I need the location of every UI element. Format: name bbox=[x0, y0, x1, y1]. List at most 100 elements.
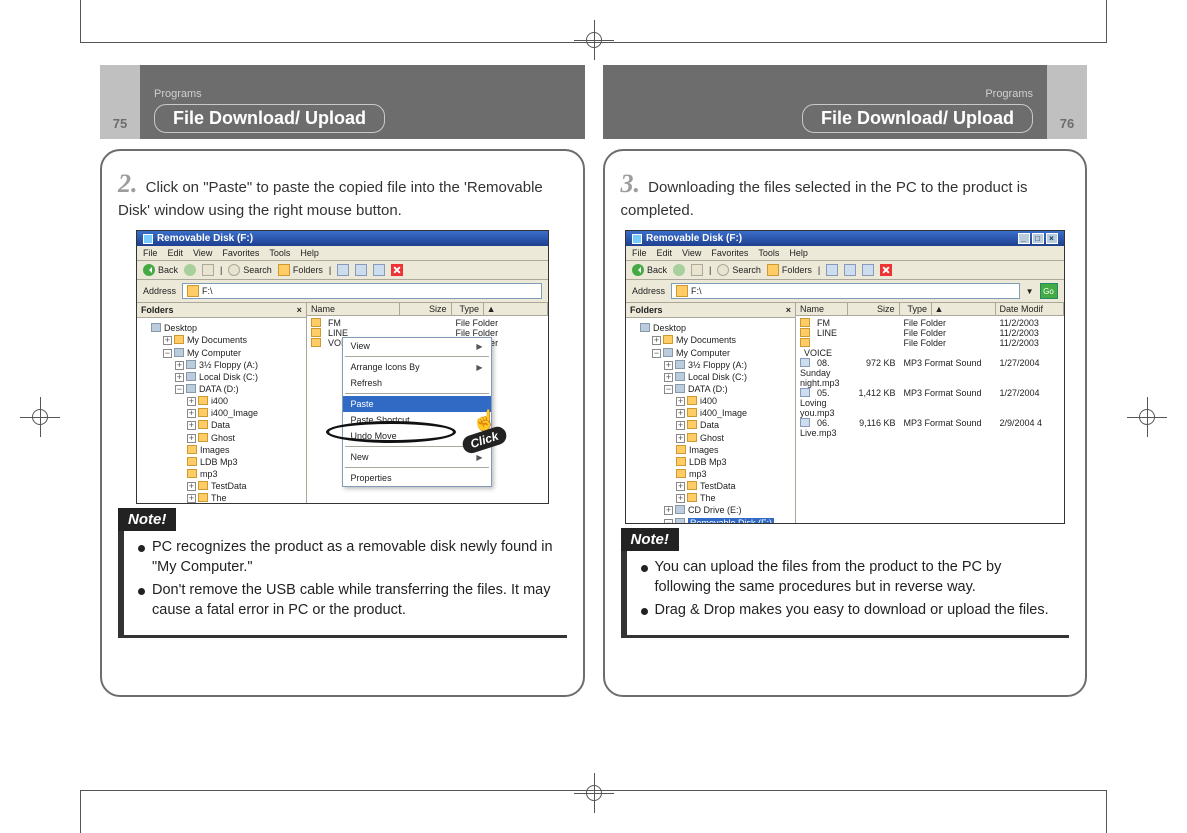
col-type[interactable]: Type ▲ bbox=[452, 303, 548, 315]
folders-button[interactable]: Folders bbox=[767, 264, 812, 276]
window-toolbar: Back | Search Folders | bbox=[137, 261, 548, 280]
menu-favorites[interactable]: Favorites bbox=[711, 248, 748, 258]
note-label: Note! bbox=[621, 528, 679, 551]
col-size[interactable]: Size bbox=[848, 303, 900, 315]
views-icon[interactable] bbox=[862, 264, 874, 276]
page-header: 75 Programs File Download/ Upload bbox=[100, 65, 585, 139]
file-list[interactable]: FMFile Folder11/2/2003 LINEFile Folder11… bbox=[796, 316, 1064, 440]
explorer-window: Removable Disk (F:) File Edit View Favor… bbox=[136, 230, 549, 504]
folders-pane-title: Folders bbox=[630, 305, 663, 315]
col-name[interactable]: Name bbox=[307, 303, 400, 315]
note-item: PC recognizes the product as a removable… bbox=[138, 538, 557, 577]
category-label: Programs bbox=[617, 88, 1034, 100]
list-item: 06. Live.mp39,116 KBMP3 Format Sound2/9/… bbox=[796, 418, 1064, 438]
window-menubar: File Edit View Favorites Tools Help bbox=[137, 246, 548, 261]
list-item: FMFile Folder bbox=[307, 318, 548, 328]
close-icon[interactable]: × bbox=[297, 305, 302, 315]
menu-view[interactable]: View bbox=[682, 248, 701, 258]
step-body: Downloading the files selected in the PC… bbox=[621, 179, 1028, 219]
list-item: FMFile Folder11/2/2003 bbox=[796, 318, 1064, 328]
note-box: Note! PC recognizes the product as a rem… bbox=[118, 520, 567, 637]
registration-mark bbox=[574, 773, 614, 813]
file-list-header[interactable]: Name Size Type ▲ Date Modif bbox=[796, 303, 1064, 316]
step-body: Click on "Paste" to paste the copied fil… bbox=[118, 179, 543, 219]
menu-edit[interactable]: Edit bbox=[657, 248, 673, 258]
back-button[interactable]: Back bbox=[632, 264, 667, 276]
menu-file[interactable]: File bbox=[143, 248, 158, 258]
step-text: 3. Downloading the files selected in the… bbox=[621, 167, 1070, 220]
search-button[interactable]: Search bbox=[228, 264, 272, 276]
step-text: 2. Click on "Paste" to paste the copied … bbox=[118, 167, 567, 220]
views-icon[interactable] bbox=[355, 264, 367, 276]
registration-mark bbox=[1127, 397, 1167, 437]
folders-pane-title: Folders bbox=[141, 305, 174, 315]
page-title: File Download/ Upload bbox=[154, 104, 385, 133]
folder-tree[interactable]: Desktop +My Documents −My Computer +3½ F… bbox=[626, 318, 795, 523]
note-label: Note! bbox=[118, 508, 176, 531]
col-type[interactable]: Type ▲ bbox=[900, 303, 996, 315]
folders-button[interactable]: Folders bbox=[278, 264, 323, 276]
folders-icon bbox=[278, 264, 290, 276]
menu-tools[interactable]: Tools bbox=[758, 248, 779, 258]
window-title: Removable Disk (F:) bbox=[646, 233, 742, 244]
address-input[interactable]: F:\ bbox=[671, 283, 1020, 299]
col-size[interactable]: Size bbox=[400, 303, 452, 315]
close-button[interactable]: × bbox=[1046, 233, 1058, 244]
delete-icon[interactable] bbox=[391, 264, 403, 276]
menu-view[interactable]: View bbox=[193, 248, 212, 258]
folder-tree[interactable]: Desktop +My Documents −My Computer +3½ F… bbox=[137, 318, 306, 503]
minimize-button[interactable]: _ bbox=[1018, 233, 1030, 244]
crop-line bbox=[80, 0, 81, 42]
list-item: LINEFile Folder11/2/2003 bbox=[796, 328, 1064, 338]
delete-icon[interactable] bbox=[880, 264, 892, 276]
list-item: VOICEFile Folder11/2/2003 bbox=[796, 338, 1064, 358]
window-addressbar: Address F:\ ▼ Go bbox=[626, 280, 1064, 303]
crop-line bbox=[80, 791, 81, 833]
window-addressbar: Address F:\ bbox=[137, 280, 548, 303]
views-icon[interactable] bbox=[337, 264, 349, 276]
folders-pane: Folders × Desktop +My Documents −My Compu… bbox=[137, 303, 307, 503]
ctx-properties[interactable]: Properties bbox=[343, 470, 491, 486]
ctx-view[interactable]: View▶ bbox=[343, 338, 491, 354]
menu-favorites[interactable]: Favorites bbox=[222, 248, 259, 258]
views-icon[interactable] bbox=[844, 264, 856, 276]
back-icon bbox=[143, 264, 155, 276]
note-item: Don't remove the USB cable while transfe… bbox=[138, 581, 557, 620]
views-icon[interactable] bbox=[373, 264, 385, 276]
content-panel: 2. Click on "Paste" to paste the copied … bbox=[100, 149, 585, 697]
forward-icon[interactable] bbox=[184, 264, 196, 276]
back-icon bbox=[632, 264, 644, 276]
note-box: Note! You can upload the files from the … bbox=[621, 540, 1070, 638]
page-title: File Download/ Upload bbox=[802, 104, 1033, 133]
ctx-paste[interactable]: Paste bbox=[343, 396, 491, 412]
ctx-arrange[interactable]: Arrange Icons By▶ bbox=[343, 359, 491, 375]
page-right: 76 Programs File Download/ Upload 3. Dow… bbox=[603, 65, 1088, 768]
file-list-header[interactable]: Name Size Type ▲ bbox=[307, 303, 548, 316]
window-title: Removable Disk (F:) bbox=[157, 233, 253, 244]
maximize-button[interactable]: □ bbox=[1032, 233, 1044, 244]
address-label: Address bbox=[143, 286, 176, 296]
address-input[interactable]: F:\ bbox=[182, 283, 542, 299]
close-icon[interactable]: × bbox=[786, 305, 791, 315]
back-button[interactable]: Back bbox=[143, 264, 178, 276]
step-number: 3. bbox=[621, 169, 641, 198]
up-icon[interactable] bbox=[202, 264, 214, 276]
col-name[interactable]: Name bbox=[796, 303, 848, 315]
up-icon[interactable] bbox=[691, 264, 703, 276]
menu-tools[interactable]: Tools bbox=[269, 248, 290, 258]
menu-edit[interactable]: Edit bbox=[167, 248, 183, 258]
page-number: 75 bbox=[100, 65, 140, 139]
menu-file[interactable]: File bbox=[632, 248, 647, 258]
menu-help[interactable]: Help bbox=[300, 248, 319, 258]
search-button[interactable]: Search bbox=[717, 264, 761, 276]
col-date[interactable]: Date Modif bbox=[996, 303, 1064, 315]
window-titlebar: Removable Disk (F:) bbox=[137, 231, 548, 246]
address-label: Address bbox=[632, 286, 665, 296]
ctx-refresh[interactable]: Refresh bbox=[343, 375, 491, 391]
views-icon[interactable] bbox=[826, 264, 838, 276]
go-button[interactable]: Go bbox=[1040, 283, 1058, 299]
page-header: 76 Programs File Download/ Upload bbox=[603, 65, 1088, 139]
menu-help[interactable]: Help bbox=[789, 248, 808, 258]
forward-icon[interactable] bbox=[673, 264, 685, 276]
step-number: 2. bbox=[118, 169, 138, 198]
